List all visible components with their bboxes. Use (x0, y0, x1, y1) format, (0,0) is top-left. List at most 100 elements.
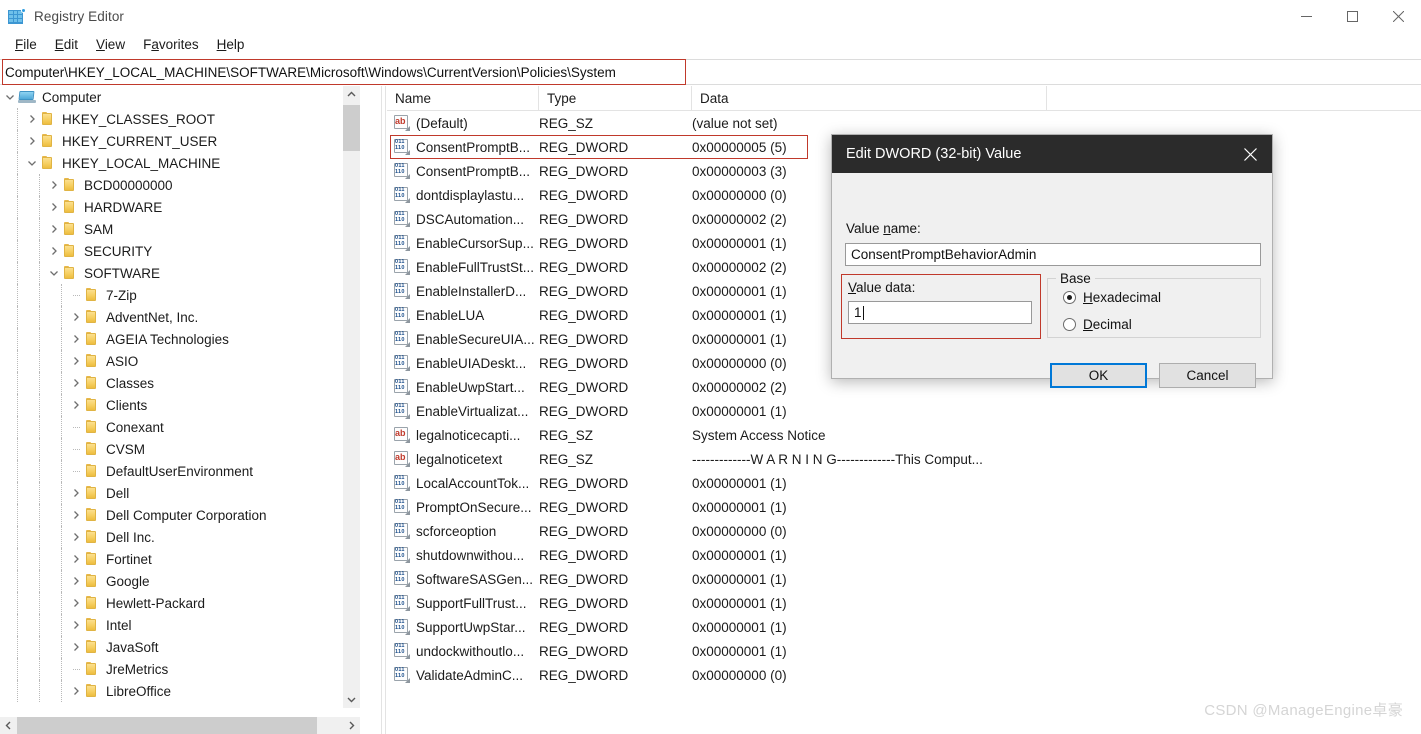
tree-guide-line (61, 460, 62, 482)
chevron-right-icon[interactable] (68, 350, 84, 372)
tree-horizontal-scrollbar[interactable] (0, 717, 360, 734)
chevron-right-icon[interactable] (46, 196, 62, 218)
tree-node[interactable]: Classes (0, 372, 360, 394)
scroll-left-icon[interactable] (0, 717, 17, 734)
chevron-down-icon[interactable] (2, 86, 18, 108)
tree-node[interactable]: LibreOffice (0, 680, 360, 702)
chevron-right-icon[interactable] (68, 570, 84, 592)
folder-icon (62, 265, 78, 281)
chevron-right-icon[interactable] (68, 372, 84, 394)
scroll-down-icon[interactable] (343, 691, 360, 708)
value-row[interactable]: 011 110 ValidateAdminC... REG_DWORD 0x000000… (387, 663, 1421, 687)
ok-button[interactable]: OK (1050, 363, 1147, 388)
chevron-right-icon[interactable] (24, 108, 40, 130)
tree-node[interactable]: DefaultUserEnvironment (0, 460, 360, 482)
folder-icon (84, 507, 100, 523)
chevron-right-icon[interactable] (68, 306, 84, 328)
tree-node[interactable]: Google (0, 570, 360, 592)
tree-node[interactable]: HKEY_CURRENT_USER (0, 130, 360, 152)
tree-node[interactable]: HKEY_LOCAL_MACHINE (0, 152, 360, 174)
value-row[interactable]: 011 110 PromptOnSecure... REG_DWORD 0x000000… (387, 495, 1421, 519)
tree-hscrollbar-thumb[interactable] (17, 717, 317, 734)
chevron-right-icon[interactable] (46, 174, 62, 196)
value-row[interactable]: ab (Default) REG_SZ (value not set) (387, 111, 1421, 135)
chevron-right-icon[interactable] (24, 130, 40, 152)
tree-node[interactable]: Computer (0, 86, 360, 108)
chevron-right-icon[interactable] (68, 328, 84, 350)
value-row[interactable]: ab legalnoticecapti... REG_SZ System Access… (387, 423, 1421, 447)
tree-node[interactable]: SAM (0, 218, 360, 240)
chevron-down-icon[interactable] (24, 152, 40, 174)
chevron-right-icon[interactable] (68, 482, 84, 504)
value-row[interactable]: ab legalnoticetext REG_SZ -------------W A … (387, 447, 1421, 471)
radio-hexadecimal[interactable]: Hexadecimal (1063, 290, 1161, 305)
tree-node[interactable]: AdventNet, Inc. (0, 306, 360, 328)
tree-node[interactable]: Dell Inc. (0, 526, 360, 548)
value-row[interactable]: 011 110 SupportFullTrust... REG_DWORD 0x0000… (387, 591, 1421, 615)
column-header-name[interactable]: Name (387, 86, 539, 110)
chevron-right-icon[interactable] (68, 592, 84, 614)
tree-node[interactable]: BCD00000000 (0, 174, 360, 196)
radio-decimal[interactable]: Decimal (1063, 317, 1132, 332)
chevron-right-icon[interactable] (46, 218, 62, 240)
tree-node[interactable]: SECURITY (0, 240, 360, 262)
value-data-input[interactable]: 1 (848, 301, 1032, 324)
chevron-right-icon[interactable] (68, 504, 84, 526)
dword-value-icon: 011 110 (393, 499, 410, 515)
scroll-up-icon[interactable] (343, 86, 360, 103)
tree-node[interactable]: CVSM (0, 438, 360, 460)
value-row[interactable]: 011 110 SoftwareSASGen... REG_DWORD 0x000000… (387, 567, 1421, 591)
dialog-close-button[interactable] (1228, 135, 1272, 173)
value-row[interactable]: 011 110 shutdownwithou... REG_DWORD 0x000000… (387, 543, 1421, 567)
value-name-input[interactable]: ConsentPromptBehaviorAdmin (845, 243, 1261, 266)
tree-node[interactable]: Hewlett-Packard (0, 592, 360, 614)
value-row[interactable]: 011 110 scforceoption REG_DWORD 0x00000000 (… (387, 519, 1421, 543)
menu-file[interactable]: File (6, 34, 46, 56)
chevron-right-icon[interactable] (68, 614, 84, 636)
tree-node[interactable]: JavaSoft (0, 636, 360, 658)
scroll-right-icon[interactable] (343, 717, 360, 734)
chevron-right-icon[interactable] (68, 636, 84, 658)
maximize-button[interactable] (1329, 0, 1375, 32)
menu-help[interactable]: Help (208, 34, 254, 56)
chevron-right-icon[interactable] (68, 394, 84, 416)
value-row[interactable]: 011 110 EnableVirtualizat... REG_DWORD 0x000… (387, 399, 1421, 423)
registry-path-input[interactable]: Computer\HKEY_LOCAL_MACHINE\SOFTWARE\Mic… (0, 59, 1421, 85)
tree-node[interactable]: AGEIA Technologies (0, 328, 360, 350)
cancel-button[interactable]: Cancel (1159, 363, 1256, 388)
chevron-right-icon[interactable] (68, 526, 84, 548)
tree-scrollbar-thumb[interactable] (343, 105, 360, 151)
panel-splitter[interactable] (381, 86, 386, 734)
column-header-type[interactable]: Type (539, 86, 692, 110)
chevron-right-icon[interactable] (46, 240, 62, 262)
tree-vertical-scrollbar[interactable] (343, 86, 360, 708)
chevron-down-icon[interactable] (46, 262, 62, 284)
tree-node[interactable]: Dell Computer Corporation (0, 504, 360, 526)
value-row[interactable]: 011 110 undockwithoutlo... REG_DWORD 0x00000… (387, 639, 1421, 663)
menu-edit[interactable]: Edit (46, 34, 87, 56)
registry-tree[interactable]: Computer HKEY_CLASSES_ROOT HKEY_CURRENT_US… (0, 86, 360, 708)
column-header-data[interactable]: Data (692, 86, 1047, 110)
tree-node[interactable]: HARDWARE (0, 196, 360, 218)
value-row[interactable]: 011 110 SupportUwpStar... REG_DWORD 0x000000… (387, 615, 1421, 639)
folder-icon (84, 595, 100, 611)
tree-node[interactable]: HKEY_CLASSES_ROOT (0, 108, 360, 130)
tree-node[interactable]: Dell (0, 482, 360, 504)
dialog-body: Value name: ConsentPromptBehaviorAdmin V… (832, 173, 1272, 388)
minimize-button[interactable] (1283, 0, 1329, 32)
tree-node[interactable]: Conexant (0, 416, 360, 438)
chevron-right-icon[interactable] (68, 680, 84, 702)
tree-node[interactable]: 7-Zip (0, 284, 360, 306)
menu-favorites[interactable]: Favorites (134, 34, 208, 56)
value-row[interactable]: 011 110 LocalAccountTok... REG_DWORD 0x00000… (387, 471, 1421, 495)
chevron-right-icon[interactable] (68, 548, 84, 570)
menu-view[interactable]: View (87, 34, 134, 56)
tree-node[interactable]: JreMetrics (0, 658, 360, 680)
dword-value-icon: 011 110 (393, 547, 410, 563)
tree-node[interactable]: Intel (0, 614, 360, 636)
tree-node[interactable]: Clients (0, 394, 360, 416)
close-button[interactable] (1375, 0, 1421, 32)
tree-node[interactable]: ASIO (0, 350, 360, 372)
tree-node[interactable]: Fortinet (0, 548, 360, 570)
tree-node[interactable]: SOFTWARE (0, 262, 360, 284)
